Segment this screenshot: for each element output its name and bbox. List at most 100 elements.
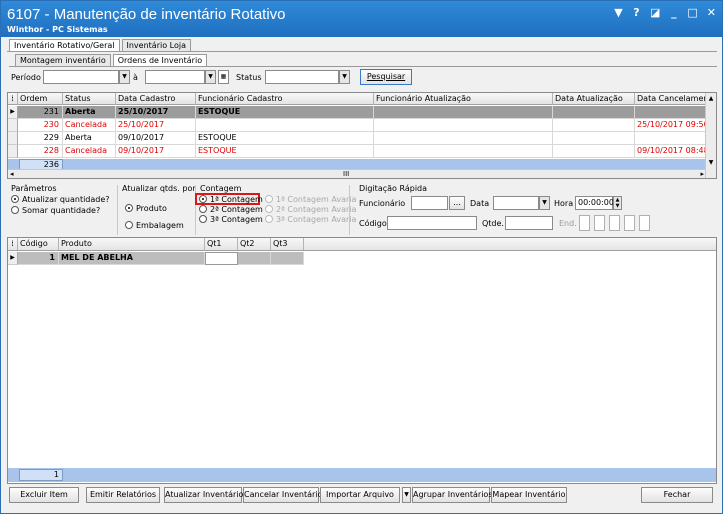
hora-input[interactable]: 00:00:00 <box>575 196 614 210</box>
hora-label: Hora <box>554 199 574 208</box>
parametros-title: Parâmetros <box>11 184 57 193</box>
periodo-to-input[interactable] <box>145 70 205 84</box>
col-qt1[interactable]: Qt1 <box>205 238 238 250</box>
avaria-2-radio[interactable]: 2ª Contagem Avaria <box>265 205 356 214</box>
data-input[interactable] <box>493 196 539 210</box>
fechar-button[interactable]: Fechar <box>641 487 713 503</box>
col-func-atualizacao[interactable]: Funcionário Atualização <box>374 93 553 105</box>
scroll-down-icon[interactable]: ▼ <box>706 159 716 166</box>
codigo-input[interactable] <box>387 216 477 230</box>
orders-horizontal-scrollbar[interactable]: ◂ III ▸ <box>8 169 706 178</box>
periodo-from-input[interactable] <box>43 70 119 84</box>
codigo-label: Código <box>359 219 387 228</box>
table-row[interactable]: ▶ 1 MEL DE ABELHA <box>8 252 304 265</box>
atualizar-inventario-button[interactable]: Atualizar Inventário <box>164 487 243 503</box>
table-row[interactable]: 228 Cancelada 09/10/2017 ESTOQUE 09/10/2… <box>8 145 706 158</box>
periodo-from-dropdown-icon[interactable]: ▼ <box>119 70 130 84</box>
col-data-atualizacao[interactable]: Data Atualização <box>553 93 635 105</box>
table-row[interactable]: 229 Aberta 09/10/2017 ESTOQUE <box>8 132 706 145</box>
avaria-3-label: 3ª Contagem Avaria <box>276 215 357 224</box>
col-ordem[interactable]: Ordem <box>18 93 63 105</box>
table-row[interactable]: ▶ 231 Aberta 25/10/2017 ESTOQUE <box>8 106 706 119</box>
pesquisar-button[interactable]: Pesquisar <box>360 69 412 85</box>
cell-ordem: 231 <box>18 106 63 119</box>
end-input-5[interactable] <box>639 215 650 231</box>
embalagem-label: Embalagem <box>136 221 184 230</box>
col-codigo[interactable]: Código <box>18 238 59 250</box>
status-dropdown-icon[interactable]: ▼ <box>339 70 350 84</box>
end-label: End. <box>559 219 577 228</box>
table-row[interactable]: 230 Cancelada 25/10/2017 25/10/2017 09:5… <box>8 119 706 132</box>
end-input-1[interactable] <box>579 215 590 231</box>
grid-options-icon[interactable]: ⁞ <box>8 238 18 250</box>
col-data-cadastro[interactable]: Data Cadastro <box>116 93 196 105</box>
orders-vertical-scrollbar[interactable]: ▲ ▼ <box>705 93 716 178</box>
col-data-cancelamento[interactable]: Data Cancelamento <box>635 93 706 105</box>
scroll-right-icon[interactable]: ▸ <box>700 170 704 178</box>
status-select[interactable] <box>265 70 339 84</box>
qtde-label: Qtde. <box>482 219 504 228</box>
contagem-2-radio[interactable]: 2ª Contagem <box>199 205 263 214</box>
radio-icon <box>199 215 207 223</box>
emitir-relatorios-button[interactable]: Emitir Relatórios <box>86 487 160 503</box>
cell-data-cancelamento: 09/10/2017 08:48:4 <box>635 145 706 158</box>
cell-status: Aberta <box>63 132 116 145</box>
maximize-icon[interactable]: □ <box>687 6 697 19</box>
col-qt2[interactable]: Qt2 <box>238 238 271 250</box>
col-produto[interactable]: Produto <box>59 238 205 250</box>
radio-selected-icon <box>11 195 19 203</box>
mapear-inventario-button[interactable]: Mapear Inventário <box>491 487 567 503</box>
tab-divider <box>7 51 717 52</box>
cell-func-cadastro: ESTOQUE <box>196 132 374 145</box>
scroll-thumb-grip[interactable]: III <box>343 170 349 178</box>
radio-icon <box>265 195 273 203</box>
avaria-1-label: 1ª Contagem Avaria <box>276 195 357 204</box>
atualizar-quantidade-radio[interactable]: Atualizar quantidade? <box>11 195 110 204</box>
agrupar-dropdown-icon[interactable]: ▼ <box>402 487 411 503</box>
menu-dropdown-icon[interactable]: ▼ <box>614 6 623 19</box>
grid-options-icon[interactable]: ⁞ <box>8 93 18 105</box>
restore-icon[interactable]: ◪ <box>650 6 660 19</box>
col-func-cadastro[interactable]: Funcionário Cadastro <box>196 93 374 105</box>
contagem-3-radio[interactable]: 3ª Contagem <box>199 215 263 224</box>
qtde-input[interactable] <box>505 216 553 230</box>
radio-selected-icon <box>125 204 133 212</box>
data-dropdown-icon[interactable]: ▼ <box>539 196 550 210</box>
avaria-1-radio[interactable]: 1ª Contagem Avaria <box>265 195 356 204</box>
embalagem-radio[interactable]: Embalagem <box>125 221 184 230</box>
cell-func-cadastro <box>196 119 374 132</box>
importar-arquivo-button[interactable]: Importar Arquivo <box>320 487 400 503</box>
end-input-3[interactable] <box>609 215 620 231</box>
row-indicator-icon: ▶ <box>8 252 18 265</box>
somar-quantidade-radio[interactable]: Somar quantidade? <box>11 206 100 215</box>
scroll-left-icon[interactable]: ◂ <box>10 170 14 178</box>
avaria-3-radio[interactable]: 3ª Contagem Avaria <box>265 215 356 224</box>
periodo-to-dropdown-icon[interactable]: ▼ <box>205 70 216 84</box>
end-input-4[interactable] <box>624 215 635 231</box>
cell-qt1-input[interactable] <box>205 252 238 265</box>
funcionario-label: Funcionário <box>359 199 406 208</box>
cell-func-cadastro: ESTOQUE <box>196 106 374 119</box>
a-label: à <box>133 73 138 82</box>
status-label: Status <box>236 73 262 82</box>
agrupar-inventarios-button[interactable]: Agrupar Inventários <box>412 487 493 503</box>
funcionario-lookup-button[interactable]: ... <box>449 196 465 210</box>
scroll-up-icon[interactable]: ▲ <box>706 95 716 102</box>
hora-spinner-icon[interactable]: ▲ ▼ <box>613 196 622 210</box>
minimize-icon[interactable]: _ <box>669 6 678 19</box>
col-qt3[interactable]: Qt3 <box>271 238 304 250</box>
funcionario-input[interactable] <box>411 196 448 210</box>
orders-grid: ⁞ Ordem Status Data Cadastro Funcionário… <box>7 92 717 179</box>
produto-radio[interactable]: Produto <box>125 204 167 213</box>
atualizar-qtds-title: Atualizar qtds. por <box>122 184 196 193</box>
contagem-1-radio[interactable]: 1ª Contagem <box>199 195 263 204</box>
close-icon[interactable]: ✕ <box>707 6 716 19</box>
cell-func-atualizacao <box>374 106 553 119</box>
help-icon[interactable]: ? <box>632 6 641 19</box>
end-input-2[interactable] <box>594 215 605 231</box>
calendar-icon[interactable]: ▦ <box>218 70 229 84</box>
excluir-item-button[interactable]: Excluir Item <box>9 487 79 503</box>
col-status[interactable]: Status <box>63 93 116 105</box>
cancelar-inventario-button[interactable]: Cancelar Inventário <box>243 487 322 503</box>
radio-icon <box>199 205 207 213</box>
